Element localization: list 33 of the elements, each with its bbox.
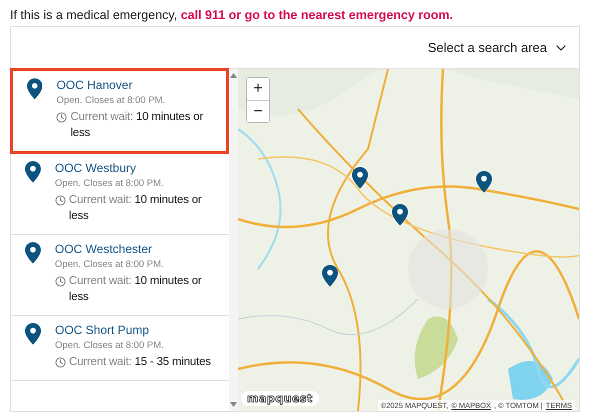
wait-time: Current wait: 15 - 35 minutes — [69, 355, 211, 370]
location-name: OOC Westbury — [54, 161, 138, 175]
clock-icon — [54, 276, 66, 287]
map-pin-icon[interactable] — [392, 204, 408, 226]
location-hours: Open. Closes at 8:00 PM. — [54, 178, 165, 189]
wait-time: Current wait: 10 minutes or less — [68, 274, 203, 306]
map-pin-icon — [25, 323, 41, 345]
wait-time: Current wait: 10 minutes or less — [70, 110, 204, 142]
zoom-out-button[interactable]: − — [247, 100, 269, 122]
emergency-link[interactable]: call 911 or go to the nearest emergency room. — [180, 8, 454, 22]
map-logo: mapquest — [241, 391, 319, 406]
location-hours: Open. Closes at 8:00 PM. — [54, 259, 165, 270]
map-pin-icon — [27, 78, 42, 100]
wait-time: Current wait: 10 minutes or less — [68, 193, 203, 224]
map-pin-icon[interactable] — [476, 171, 492, 193]
map-pin-icon[interactable] — [352, 167, 368, 189]
location-hours: Open. Closes at 8:00 PM. — [55, 340, 165, 351]
clock-icon — [54, 195, 66, 206]
map-pin-icon[interactable] — [322, 265, 338, 287]
location-hours: Open. Closes at 8:00 PM. — [56, 95, 166, 106]
clock-icon — [55, 357, 66, 368]
map-pin-icon — [25, 242, 41, 264]
map-pin-icon — [25, 161, 41, 183]
emergency-notice: If this is a medical emergency, call 911 or go to the nearest emergency room. — [10, 8, 454, 22]
location-name: OOC Short Pump — [55, 323, 150, 337]
scroll-up-icon[interactable] — [230, 73, 237, 78]
clock-icon — [56, 112, 68, 123]
location-name: OOC Hanover — [56, 78, 134, 92]
scroll-down-icon[interactable] — [230, 402, 237, 407]
scrollbar[interactable] — [229, 69, 238, 411]
location-card[interactable]: OOC Hanover Open. Closes at 8:00 PM. Current wait: 10 minutes or less — [10, 68, 229, 154]
search-area-dropdown[interactable]: Select a search area — [426, 38, 571, 58]
location-name: OOC Westchester — [54, 242, 154, 256]
